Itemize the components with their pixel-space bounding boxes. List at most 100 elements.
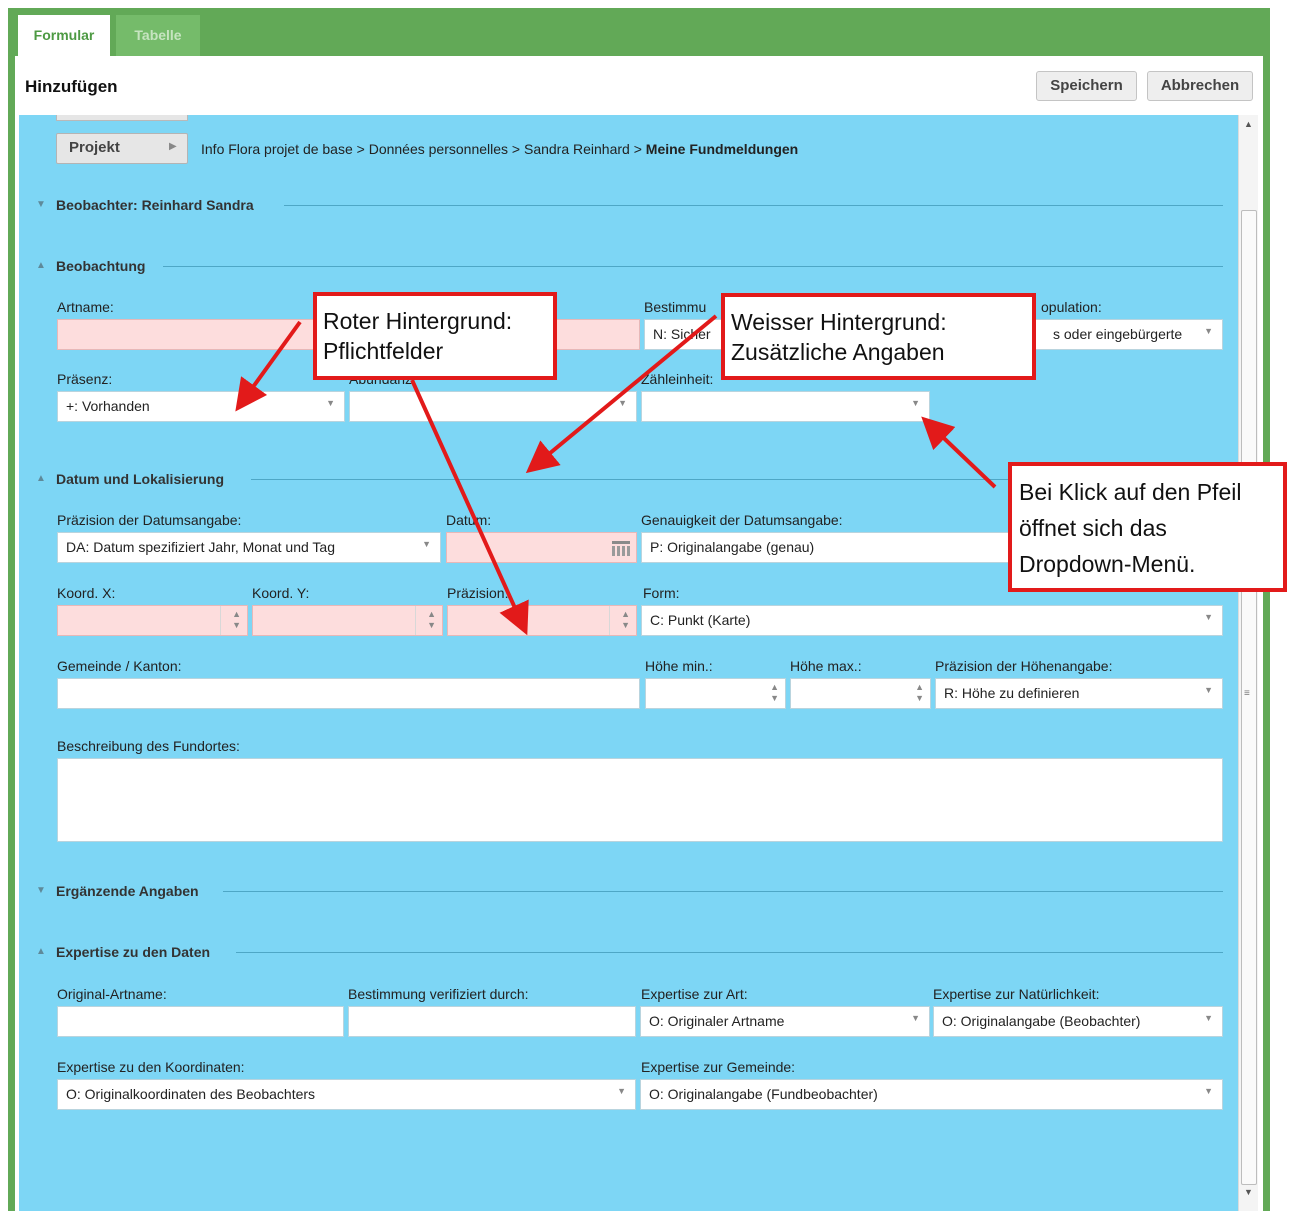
artname-label: Artname: — [57, 299, 114, 315]
expand-triangle-icon[interactable]: ▼ — [36, 199, 46, 210]
praesenz-label: Präsenz: — [57, 371, 113, 387]
expertise-art-label: Expertise zur Art: — [641, 986, 748, 1002]
expertise-natuerlichkeit-label: Expertise zur Natürlichkeit: — [933, 986, 1100, 1002]
collapse-triangle-icon[interactable]: ▲ — [36, 946, 46, 957]
expertise-koordinaten-select[interactable]: O: Originalkoordinaten des Beobachters ▼ — [57, 1079, 636, 1110]
projekt-button[interactable]: Projekt ▶ — [56, 133, 188, 164]
section-beobachtung[interactable]: Beobachtung — [56, 258, 145, 274]
chevron-down-icon[interactable]: ▼ — [617, 1086, 626, 1096]
annotation-text: Zusätzliche Angaben — [731, 339, 945, 365]
population-label: opulation: — [1041, 299, 1102, 315]
expertise-gemeinde-select[interactable]: O: Originalangabe (Fundbeobachter) ▼ — [640, 1079, 1223, 1110]
original-artname-label: Original-Artname: — [57, 986, 167, 1002]
chevron-down-icon[interactable]: ▼ — [1204, 326, 1213, 336]
praezision-label: Präzision: — [447, 585, 509, 601]
section-datum-lokalisierung[interactable]: Datum und Lokalisierung — [56, 471, 224, 487]
annotation-text: Weisser Hintergrund: — [731, 309, 947, 335]
genauigkeit-datum-value: P: Originalangabe (genau) — [650, 539, 815, 555]
koord-y-input[interactable]: ▲ ▼ — [252, 605, 443, 636]
datum-label: Datum: — [446, 512, 492, 528]
spinner-arrows-icon[interactable]: ▲ ▼ — [915, 682, 924, 704]
chevron-down-icon[interactable]: ▼ — [422, 539, 431, 549]
calendar-icon[interactable] — [612, 541, 630, 556]
expertise-art-value: O: Originaler Artname — [649, 1013, 785, 1029]
chevron-down-icon[interactable]: ▼ — [1204, 685, 1213, 695]
collapse-triangle-icon[interactable]: ▲ — [36, 473, 46, 484]
spinner-arrows-icon[interactable]: ▲ ▼ — [770, 682, 779, 704]
hoehe-max-input[interactable]: ▲ ▼ — [790, 678, 931, 709]
scroll-up-icon[interactable]: ▲ — [1244, 119, 1253, 129]
chevron-down-icon[interactable]: ▼ — [911, 1013, 920, 1023]
zaehleinheit-select[interactable]: ▼ — [641, 391, 930, 422]
spinner-arrows-icon[interactable]: ▲ ▼ — [621, 609, 630, 631]
chevron-down-icon[interactable]: ▼ — [1204, 1086, 1213, 1096]
expertise-art-select[interactable]: O: Originaler Artname ▼ — [640, 1006, 930, 1037]
abundanz-select[interactable]: ▼ — [349, 391, 637, 422]
expertise-koordinaten-value: O: Originalkoordinaten des Beobachters — [66, 1086, 316, 1102]
datum-input[interactable] — [446, 532, 637, 563]
annotation-dropdown-hinweis: Bei Klick auf den Pfeil öffnet sich das … — [1008, 462, 1287, 592]
vertical-scrollbar[interactable]: ▲ ≡ ▼ — [1238, 115, 1258, 1211]
beobachter-heading: Beobachter: Reinhard Sandra — [56, 197, 254, 213]
bestimmung-verifiziert-label: Bestimmung verifiziert durch: — [348, 986, 529, 1002]
expertise-natuerlichkeit-select[interactable]: O: Originalangabe (Beobachter) ▼ — [933, 1006, 1223, 1037]
breadcrumb-current: Meine Fundmeldungen — [645, 141, 799, 157]
praesenz-select[interactable]: +: Vorhanden ▼ — [57, 391, 345, 422]
tab-formular[interactable]: Formular — [18, 15, 110, 56]
chevron-down-icon[interactable]: ▼ — [911, 398, 920, 408]
scroll-down-icon[interactable]: ▼ — [1244, 1187, 1253, 1197]
expertise-gemeinde-label: Expertise zur Gemeinde: — [641, 1059, 796, 1075]
annotation-zusaetzliche-angaben: Weisser Hintergrund: Zusätzliche Angaben — [721, 293, 1036, 380]
tab-tabelle[interactable]: Tabelle — [116, 15, 200, 56]
genauigkeit-datum-label: Genauigkeit der Datumsangabe: — [641, 512, 843, 528]
hoehe-min-input[interactable]: ▲ ▼ — [645, 678, 786, 709]
divider — [284, 205, 1223, 206]
collapse-triangle-icon[interactable]: ▲ — [36, 260, 46, 271]
chevron-down-icon[interactable]: ▼ — [618, 398, 627, 408]
zaehleinheit-label: Zähleinheit: — [641, 371, 714, 387]
koord-x-input[interactable]: ▲ ▼ — [57, 605, 248, 636]
divider — [236, 952, 1223, 953]
form-label: Form: — [643, 585, 680, 601]
praezision-hoehe-value: R: Höhe zu definieren — [944, 685, 1080, 701]
beschreibung-textarea[interactable] — [57, 758, 1223, 842]
bestimmung-value: N: Sicher — [653, 326, 711, 342]
chevron-down-icon[interactable]: ▼ — [326, 398, 335, 408]
spinner-arrows-icon[interactable]: ▲ ▼ — [232, 609, 241, 631]
hidden-button-edge — [56, 115, 188, 121]
expand-triangle-icon[interactable]: ▼ — [36, 885, 46, 896]
praezision-datum-label: Präzision der Datumsangabe: — [57, 512, 242, 528]
annotation-text: Dropdown-Menü. — [1019, 551, 1196, 577]
chevron-down-icon[interactable]: ▼ — [1204, 1013, 1213, 1023]
beschreibung-label: Beschreibung des Fundortes: — [57, 738, 240, 754]
original-artname-input[interactable] — [57, 1006, 344, 1037]
form-select[interactable]: C: Punkt (Karte) ▼ — [641, 605, 1223, 636]
bestimmung-verifiziert-input[interactable] — [348, 1006, 636, 1037]
page-title: Hinzufügen — [25, 77, 118, 96]
praezision-hoehe-select[interactable]: R: Höhe zu definieren ▼ — [935, 678, 1223, 709]
koord-x-label: Koord. X: — [57, 585, 116, 601]
annotation-text: Pflichtfelder — [323, 338, 444, 364]
breadcrumb: Info Flora projet de base > Données pers… — [201, 141, 798, 157]
spinner-arrows-icon[interactable]: ▲ ▼ — [427, 609, 436, 631]
cancel-button[interactable]: Abbrechen — [1147, 71, 1253, 101]
population-value: s oder eingebürgerte — [1053, 326, 1183, 342]
breadcrumb-path: Info Flora projet de base > Données pers… — [201, 141, 646, 157]
save-button[interactable]: Speichern — [1036, 71, 1137, 101]
section-ergaenzende-angaben[interactable]: Ergänzende Angaben — [56, 883, 199, 899]
divider — [163, 266, 1223, 267]
chevron-down-icon[interactable]: ▼ — [1204, 612, 1213, 622]
annotation-pflichtfelder: Roter Hintergrund: Pflichtfelder — [313, 292, 557, 380]
section-beobachter[interactable]: Beobachter: Reinhard Sandra — [56, 197, 254, 213]
annotation-text: öffnet sich das — [1019, 515, 1167, 541]
gemeinde-label: Gemeinde / Kanton: — [57, 658, 182, 674]
koord-y-label: Koord. Y: — [252, 585, 310, 601]
form-value: C: Punkt (Karte) — [650, 612, 751, 628]
praezision-input[interactable]: ▲ ▼ — [447, 605, 637, 636]
section-expertise[interactable]: Expertise zu den Daten — [56, 944, 210, 960]
projekt-button-label: Projekt — [69, 139, 120, 156]
population-select[interactable]: s oder eingebürgerte ▼ — [1030, 319, 1223, 350]
gemeinde-input[interactable] — [57, 678, 640, 709]
praezision-datum-select[interactable]: DA: Datum spezifiziert Jahr, Monat und T… — [57, 532, 441, 563]
hoehe-max-label: Höhe max.: — [790, 658, 862, 674]
